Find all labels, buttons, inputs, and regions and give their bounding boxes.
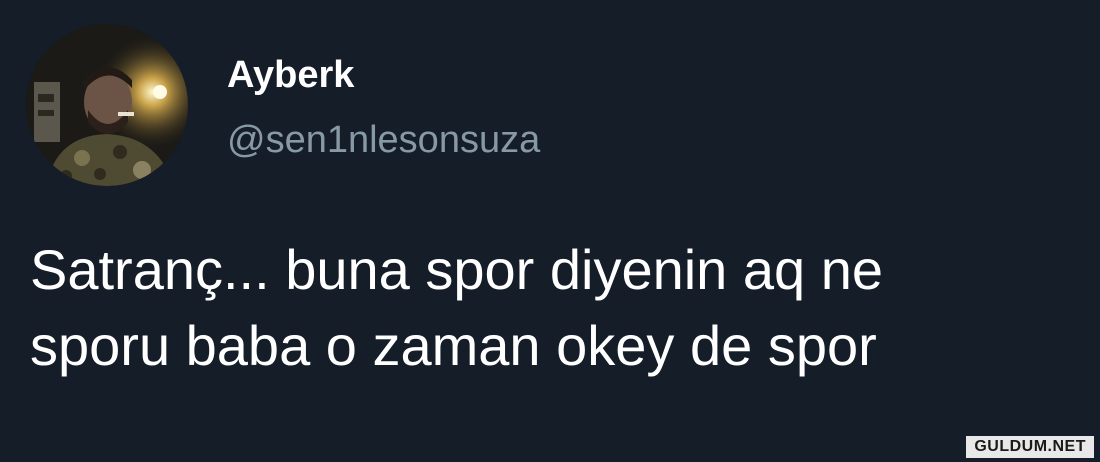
tweet-text-line: sporu baba o zaman okey de spor [30,314,877,377]
avatar[interactable] [26,24,188,186]
watermark-label: GULDUM.NET [966,436,1094,458]
tweet-text: Satranç... buna spor diyenin aq ne sporu… [30,232,1080,384]
tweet-text-line: Satranç... buna spor diyenin aq ne [30,238,884,301]
author-display-name[interactable]: Ayberk [227,52,354,98]
author-handle[interactable]: @sen1nlesonsuza [227,117,540,163]
avatar-photo [26,24,188,186]
tweet-card: Ayberk @sen1nlesonsuza Satranç... buna s… [0,0,1100,462]
